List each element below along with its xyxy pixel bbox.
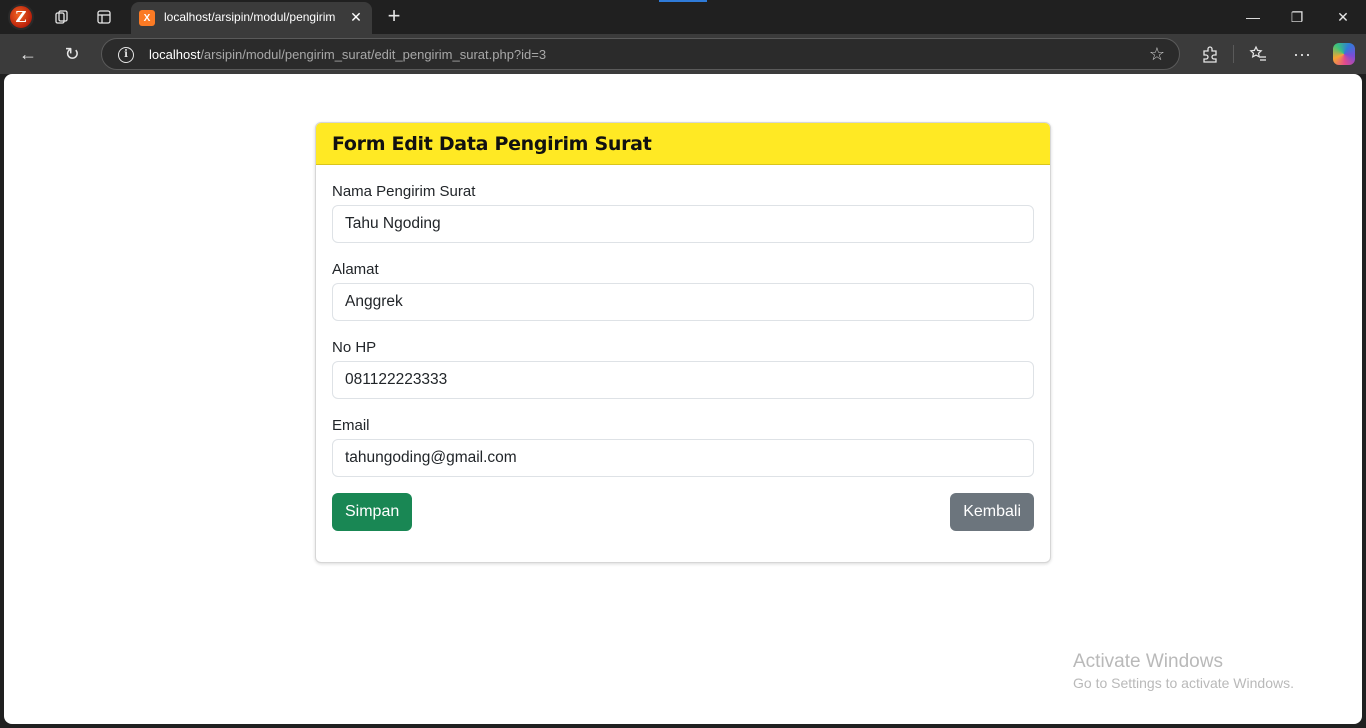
app-logo-icon[interactable]: Z <box>8 4 34 30</box>
card-header: Form Edit Data Pengirim Surat <box>316 123 1050 165</box>
copilot-icon[interactable] <box>1333 43 1355 65</box>
tab-close-icon[interactable]: ✕ <box>348 9 364 25</box>
close-window-icon[interactable]: ✕ <box>1328 6 1358 28</box>
field-email-label: Email <box>332 417 370 434</box>
new-tab-icon[interactable]: + <box>382 4 406 30</box>
back-icon[interactable]: ← <box>14 41 42 67</box>
tab-title: localhost/arsipin/modul/pengirim <box>164 10 336 24</box>
tab-actions-icon[interactable] <box>90 4 118 30</box>
url-host: localhost <box>149 47 201 62</box>
workspaces-icon[interactable] <box>48 4 76 30</box>
url-text[interactable]: localhost/arsipin/modul/pengirim_surat/e… <box>149 47 546 62</box>
toolbar-separator <box>1233 45 1234 63</box>
field-alamat-group: Alamat <box>332 261 1034 321</box>
activate-windows-subtitle: Go to Settings to activate Windows. <box>1073 675 1294 691</box>
save-button[interactable]: Simpan <box>332 493 413 531</box>
form-title: Form Edit Data Pengirim Surat <box>332 133 652 155</box>
extensions-icon[interactable] <box>1196 41 1224 67</box>
more-options-icon[interactable]: ··· <box>1288 41 1316 67</box>
browser-toolbar: ← ↻ i localhost/arsipin/modul/pengirim_s… <box>0 34 1366 74</box>
alamat-input[interactable] <box>332 283 1034 321</box>
back-button[interactable]: Kembali <box>950 493 1034 531</box>
restore-icon[interactable]: ❐ <box>1282 6 1312 28</box>
no-hp-input[interactable] <box>332 361 1034 399</box>
field-nohp-label: No HP <box>332 339 377 356</box>
nama-pengirim-input[interactable] <box>332 205 1034 243</box>
field-email-group: Email <box>332 417 1034 477</box>
refresh-icon[interactable]: ↻ <box>58 41 86 67</box>
field-nohp-group: No HP <box>332 339 1034 399</box>
minimize-icon[interactable]: — <box>1238 6 1268 28</box>
xampp-favicon-icon: X <box>139 10 155 26</box>
card-body: Nama Pengirim Surat Alamat No HP Email S… <box>316 165 1050 533</box>
url-path: /arsipin/modul/pengirim_surat/edit_pengi… <box>200 47 547 62</box>
form-actions: Simpan Kembali <box>332 493 1034 533</box>
field-alamat-label: Alamat <box>332 261 379 278</box>
drag-indicator <box>659 0 707 2</box>
field-nama-group: Nama Pengirim Surat <box>332 183 1034 243</box>
site-info-icon[interactable]: i <box>118 47 134 63</box>
edit-form-card: Form Edit Data Pengirim Surat Nama Pengi… <box>315 122 1051 563</box>
favorites-icon[interactable] <box>1244 41 1272 67</box>
address-bar[interactable]: i localhost/arsipin/modul/pengirim_surat… <box>101 38 1180 70</box>
field-nama-label: Nama Pengirim Surat <box>332 183 476 200</box>
browser-tab-strip: Z X localhost/arsipin/modul/pengirim ✕ +… <box>0 0 1366 34</box>
tab-active[interactable]: X localhost/arsipin/modul/pengirim ✕ <box>131 2 372 34</box>
favorite-star-icon[interactable]: ☆ <box>1149 44 1165 65</box>
activate-windows-watermark: Activate Windows Go to Settings to activ… <box>1073 651 1294 691</box>
page-viewport: Form Edit Data Pengirim Surat Nama Pengi… <box>4 74 1362 724</box>
email-input[interactable] <box>332 439 1034 477</box>
activate-windows-title: Activate Windows <box>1073 651 1223 672</box>
